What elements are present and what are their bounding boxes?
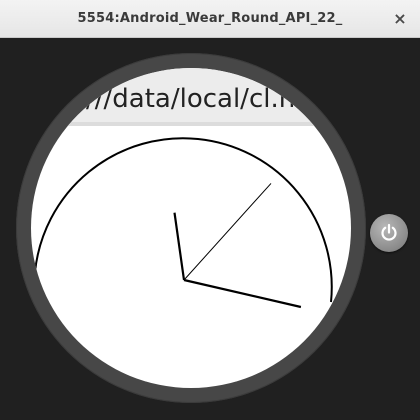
hour-hand (173, 212, 186, 281)
power-icon (381, 223, 397, 241)
close-button[interactable]: × (390, 9, 410, 29)
window-title: 5554:Android_Wear_Round_API_22_ (77, 11, 343, 26)
title-bar[interactable]: 5554:Android_Wear_Round_API_22_ × (0, 0, 420, 38)
watch-screen[interactable]: ///data/local/cl.h (31, 68, 351, 388)
analog-clock (34, 137, 333, 309)
power-button[interactable] (370, 214, 408, 252)
second-hand (183, 183, 272, 281)
minute-hand (183, 278, 302, 309)
emulator-window: 5554:Android_Wear_Round_API_22_ × ///dat… (0, 0, 420, 420)
